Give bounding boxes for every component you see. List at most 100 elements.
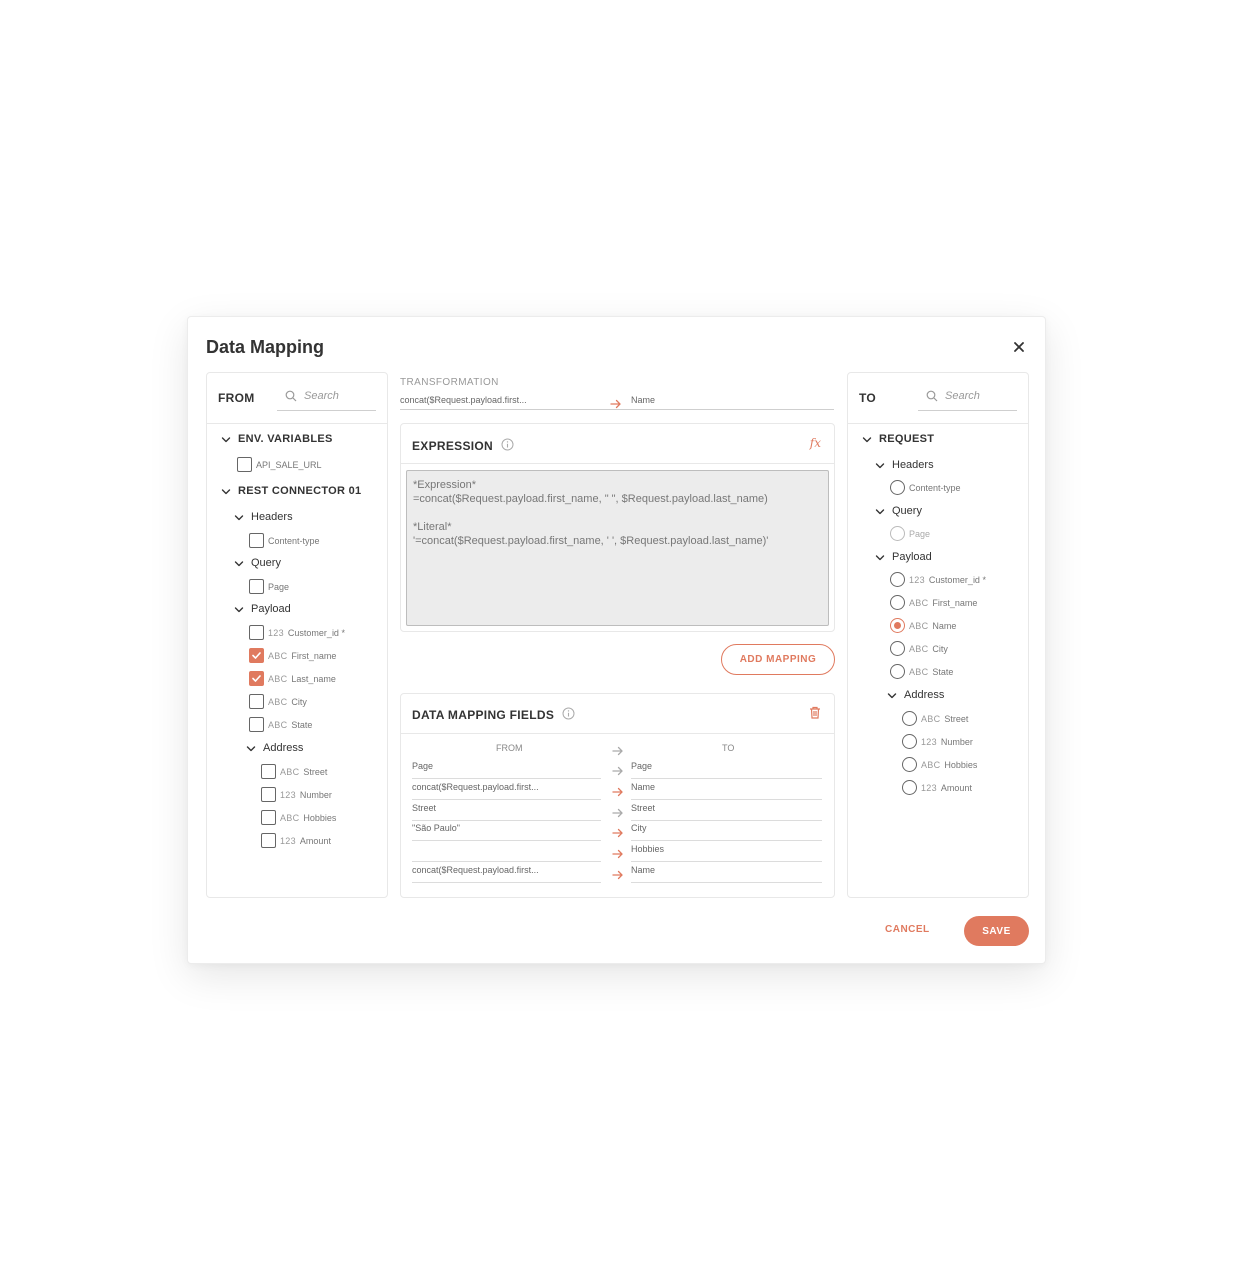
trash-icon[interactable] bbox=[809, 706, 821, 724]
chevron-down-icon[interactable] bbox=[874, 505, 886, 517]
tree-item-address[interactable]: 123 Number bbox=[261, 787, 332, 802]
tree-group-payload[interactable]: Payload bbox=[874, 551, 932, 563]
tree-item-payload[interactable]: ABC Last_name bbox=[249, 671, 336, 686]
radio-button[interactable] bbox=[902, 757, 917, 772]
tree-item-page[interactable]: Page bbox=[249, 579, 289, 594]
tree-group-query[interactable]: Query bbox=[233, 557, 281, 569]
tree-item-address[interactable]: ABC Hobbies bbox=[902, 757, 977, 772]
tree-group-headers[interactable]: Headers bbox=[874, 459, 934, 471]
radio-button[interactable] bbox=[890, 641, 905, 656]
checkbox[interactable] bbox=[249, 579, 264, 594]
transformation-label: TRANSFORMATION bbox=[400, 377, 499, 388]
field-name: Content-type bbox=[909, 482, 961, 493]
radio-button[interactable] bbox=[890, 526, 905, 541]
radio-button[interactable] bbox=[902, 780, 917, 795]
transformation-row[interactable]: concat($Request.payload.first... Name bbox=[400, 393, 834, 410]
add-mapping-button[interactable]: ADD MAPPING bbox=[721, 644, 835, 675]
checkbox[interactable] bbox=[249, 625, 264, 640]
tree-item-content-type[interactable]: Content-type bbox=[890, 480, 961, 495]
tree-item-payload[interactable]: ABC First_name bbox=[890, 595, 977, 610]
tree-item-address[interactable]: 123 Amount bbox=[261, 833, 331, 848]
chevron-down-icon[interactable] bbox=[233, 557, 245, 569]
radio-button[interactable] bbox=[890, 480, 905, 495]
tree-group-payload[interactable]: Payload bbox=[233, 603, 291, 615]
chevron-down-icon[interactable] bbox=[220, 433, 232, 445]
tree-group-address[interactable]: Address bbox=[886, 689, 944, 701]
checkbox[interactable] bbox=[249, 648, 264, 663]
dialog-title: Data Mapping bbox=[206, 337, 325, 357]
radio-button[interactable] bbox=[890, 664, 905, 679]
tree-item-payload[interactable]: ABC City bbox=[890, 641, 948, 656]
checkbox[interactable] bbox=[249, 671, 264, 686]
field-name: City bbox=[291, 696, 307, 707]
type-badge: ABC bbox=[280, 766, 300, 777]
col-to-header: TO bbox=[722, 743, 735, 753]
tree-item-payload[interactable]: ABC City bbox=[249, 694, 307, 709]
from-panel-header: FROM Search bbox=[207, 373, 387, 424]
checkbox[interactable] bbox=[249, 533, 264, 548]
tree-item-payload[interactable]: ABC Name bbox=[890, 618, 956, 633]
chevron-down-icon[interactable] bbox=[861, 433, 873, 445]
radio-button[interactable] bbox=[902, 711, 917, 726]
tree-item-address[interactable]: ABC Hobbies bbox=[261, 810, 336, 825]
arrow-right-icon bbox=[610, 396, 622, 414]
tree-section-connector[interactable]: REST CONNECTOR 01 bbox=[220, 485, 361, 497]
tree-item-content-type[interactable]: Content-type bbox=[249, 533, 320, 548]
checkbox[interactable] bbox=[237, 457, 252, 472]
checkbox[interactable] bbox=[249, 717, 264, 732]
mapping-row[interactable]: Street Street bbox=[412, 800, 822, 821]
tree-item-address[interactable]: ABC Street bbox=[902, 711, 968, 726]
tree-item-address[interactable]: 123 Number bbox=[902, 734, 973, 749]
tree-item-payload[interactable]: 123 Customer_id * bbox=[249, 625, 345, 640]
checkbox[interactable] bbox=[261, 787, 276, 802]
to-search-input[interactable]: Search bbox=[918, 385, 1017, 411]
tree-item-payload[interactable]: 123 Customer_id * bbox=[890, 572, 986, 587]
function-icon[interactable]: fx bbox=[810, 436, 821, 450]
radio-button[interactable] bbox=[902, 734, 917, 749]
chevron-down-icon[interactable] bbox=[245, 742, 257, 754]
close-icon[interactable] bbox=[1011, 339, 1027, 355]
checkbox[interactable] bbox=[261, 810, 276, 825]
tree-item-address[interactable]: 123 Amount bbox=[902, 780, 972, 795]
checkbox[interactable] bbox=[261, 833, 276, 848]
tree-item-address[interactable]: ABC Street bbox=[261, 764, 327, 779]
field-name: Last_name bbox=[291, 673, 336, 684]
expression-editor[interactable]: *Expression* =concat($Request.payload.fi… bbox=[406, 470, 829, 626]
chevron-down-icon[interactable] bbox=[874, 459, 886, 471]
info-icon[interactable] bbox=[562, 707, 575, 723]
tree-group-headers[interactable]: Headers bbox=[233, 511, 293, 523]
chevron-down-icon[interactable] bbox=[220, 485, 232, 497]
radio-button[interactable] bbox=[890, 618, 905, 633]
chevron-down-icon[interactable] bbox=[233, 511, 245, 523]
mapping-row[interactable]: "São Paulo" City bbox=[412, 820, 822, 842]
tree-section-request[interactable]: REQUEST bbox=[861, 433, 934, 445]
mapping-row[interactable]: concat($Request.payload.first... Name bbox=[412, 862, 822, 883]
search-placeholder: Search bbox=[945, 390, 980, 402]
checkbox[interactable] bbox=[261, 764, 276, 779]
tree-section-env[interactable]: ENV. VARIABLES bbox=[220, 433, 333, 445]
mapping-row[interactable]: Page Page bbox=[412, 758, 822, 779]
tree-item-page[interactable]: Page bbox=[890, 526, 930, 541]
radio-button[interactable] bbox=[890, 595, 905, 610]
type-badge: ABC bbox=[280, 812, 300, 823]
radio-button[interactable] bbox=[890, 572, 905, 587]
mapping-row[interactable]: Hobbies bbox=[412, 841, 822, 863]
mapping-row[interactable]: concat($Request.payload.first... Name bbox=[412, 779, 822, 800]
tree-item-api-sale-url[interactable]: API_SALE_URL bbox=[237, 457, 322, 472]
info-icon[interactable] bbox=[501, 438, 514, 454]
tree-group-address[interactable]: Address bbox=[245, 742, 303, 754]
mapping-fields-title-text: DATA MAPPING FIELDS bbox=[412, 708, 555, 722]
chevron-down-icon[interactable] bbox=[233, 603, 245, 615]
chevron-down-icon[interactable] bbox=[874, 551, 886, 563]
tree-item-payload[interactable]: ABC State bbox=[249, 717, 312, 732]
chevron-down-icon[interactable] bbox=[886, 689, 898, 701]
tree-group-query[interactable]: Query bbox=[874, 505, 922, 517]
tree-item-payload[interactable]: ABC State bbox=[890, 664, 953, 679]
from-search-input[interactable]: Search bbox=[277, 385, 376, 411]
tree-item-payload[interactable]: ABC First_name bbox=[249, 648, 336, 663]
save-button[interactable]: SAVE bbox=[964, 916, 1029, 946]
checkbox[interactable] bbox=[249, 694, 264, 709]
field-name: Customer_id * bbox=[928, 574, 986, 585]
cancel-button[interactable]: CANCEL bbox=[885, 924, 930, 935]
field-name: Hobbies bbox=[303, 812, 337, 823]
